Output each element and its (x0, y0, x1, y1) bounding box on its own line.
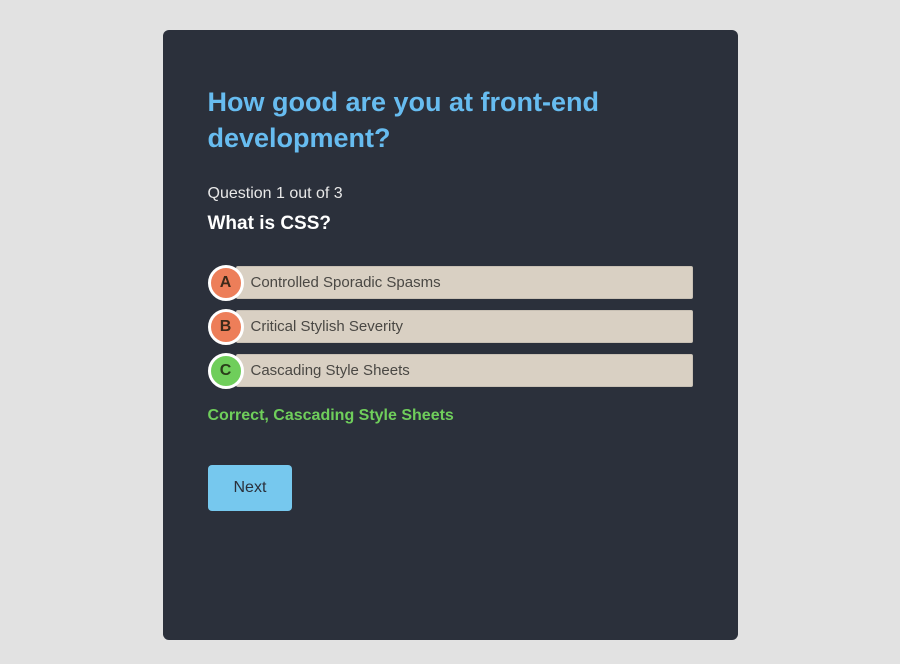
question-text: What is CSS? (208, 213, 693, 235)
next-button[interactable]: Next (208, 465, 293, 511)
quiz-card: How good are you at front-end developmen… (163, 30, 738, 640)
answer-option-b[interactable]: B Critical Stylish Severity (208, 309, 693, 345)
answer-text: Cascading Style Sheets (236, 354, 693, 387)
answers-list: A Controlled Sporadic Spasms B Critical … (208, 265, 693, 389)
quiz-title: How good are you at front-end developmen… (208, 84, 693, 157)
answer-option-c[interactable]: C Cascading Style Sheets (208, 353, 693, 389)
answer-letter-badge: A (208, 265, 244, 301)
answer-text: Critical Stylish Severity (236, 310, 693, 343)
answer-letter-badge: C (208, 353, 244, 389)
answer-text: Controlled Sporadic Spasms (236, 266, 693, 299)
answer-option-a[interactable]: A Controlled Sporadic Spasms (208, 265, 693, 301)
question-progress: Question 1 out of 3 (208, 185, 693, 203)
answer-letter-badge: B (208, 309, 244, 345)
feedback-message: Correct, Cascading Style Sheets (208, 407, 693, 425)
